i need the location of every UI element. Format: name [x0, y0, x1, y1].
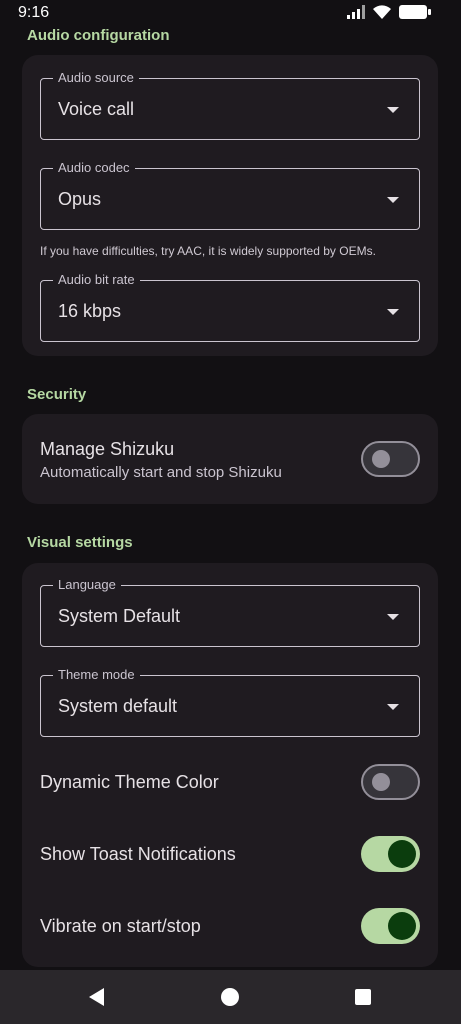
show-toast-notifications-toggle[interactable]: [361, 836, 420, 872]
security-card: Manage Shizuku Automatically start and s…: [22, 414, 438, 504]
dynamic-theme-color-label: Dynamic Theme Color: [40, 772, 219, 792]
audio-codec-value: Opus: [58, 189, 102, 209]
toggle-knob: [372, 450, 390, 468]
language-label: Language: [53, 577, 121, 593]
toggle-knob: [388, 912, 416, 940]
theme-mode-label: Theme mode: [53, 667, 140, 683]
manage-shizuku-subtitle: Automatically start and stop Shizuku: [40, 464, 282, 481]
theme-mode-dropdown[interactable]: Theme mode System default: [40, 667, 420, 737]
navigation-bar: [0, 970, 461, 1024]
back-icon[interactable]: [89, 988, 104, 1006]
dropdown-arrow-icon: [387, 614, 399, 620]
audio-bitrate-dropdown[interactable]: Audio bit rate 16 kbps: [40, 272, 420, 342]
audio-configuration-card: Audio source Voice call Audio codec Opus…: [22, 55, 438, 356]
manage-shizuku-toggle[interactable]: [361, 441, 420, 477]
audio-configuration-heading: Audio configuration: [27, 27, 170, 44]
security-heading: Security: [27, 386, 87, 403]
audio-source-dropdown[interactable]: Audio source Voice call: [40, 70, 420, 140]
theme-mode-value: System default: [58, 696, 178, 716]
show-toast-notifications-label: Show Toast Notifications: [40, 844, 236, 864]
battery-icon: [399, 5, 431, 19]
audio-source-label: Audio source: [53, 70, 139, 86]
recents-icon[interactable]: [355, 989, 371, 1005]
home-icon[interactable]: [221, 988, 239, 1006]
status-time: 9:16: [18, 4, 50, 21]
visual-settings-card: Language System Default Theme mode Syste…: [22, 563, 438, 967]
codec-helper-text: If you have difficulties, try AAC, it is…: [40, 244, 376, 258]
dropdown-arrow-icon: [387, 309, 399, 315]
toggle-knob: [372, 773, 390, 791]
signal-icon: [347, 5, 365, 19]
language-dropdown[interactable]: Language System Default: [40, 577, 420, 647]
vibrate-on-start-stop-label: Vibrate on start/stop: [40, 916, 201, 936]
dynamic-theme-color-toggle[interactable]: [361, 764, 420, 800]
audio-source-value: Voice call: [58, 99, 135, 119]
audio-bitrate-value: 16 kbps: [58, 301, 122, 321]
dropdown-arrow-icon: [387, 107, 399, 113]
visual-settings-heading: Visual settings: [27, 534, 133, 551]
audio-bitrate-label: Audio bit rate: [53, 272, 140, 288]
language-value: System Default: [58, 606, 181, 626]
dropdown-arrow-icon: [387, 197, 399, 203]
dropdown-arrow-icon: [387, 704, 399, 710]
wifi-icon: [373, 5, 391, 19]
status-bar: 9:16: [0, 0, 461, 26]
audio-codec-dropdown[interactable]: Audio codec Opus: [40, 160, 420, 230]
status-icons: [347, 5, 431, 19]
vibrate-on-start-stop-toggle[interactable]: [361, 908, 420, 944]
audio-codec-label: Audio codec: [53, 160, 135, 176]
toggle-knob: [388, 840, 416, 868]
manage-shizuku-title: Manage Shizuku: [40, 439, 175, 459]
